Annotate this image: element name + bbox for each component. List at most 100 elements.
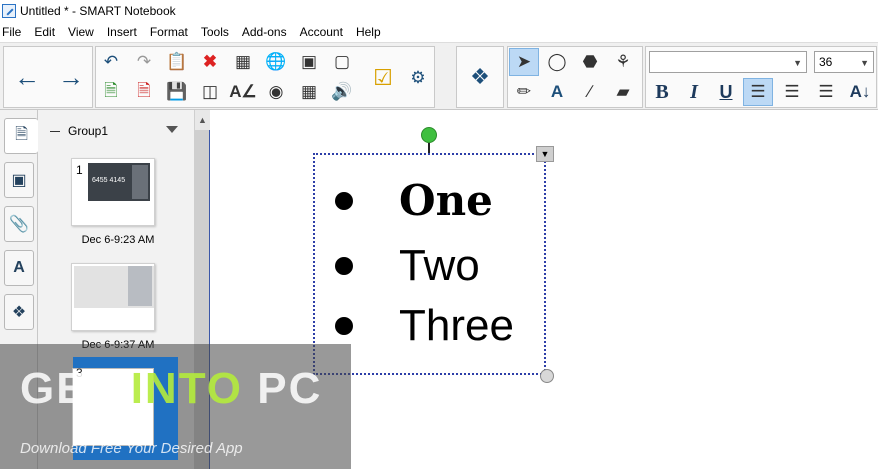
group-name: Group1 xyxy=(68,124,109,138)
floppy-disk-icon: 💾 xyxy=(166,82,188,101)
menu-format[interactable]: Format xyxy=(150,25,194,39)
menu-bar: File Edit View Insert Format Tools Add-o… xyxy=(0,22,878,42)
previous-page-button[interactable]: ← xyxy=(6,47,48,107)
shapes-tool-button[interactable]: ◯ xyxy=(542,48,572,76)
presentation-icon: ◫ xyxy=(201,82,219,101)
menu-edit[interactable]: Edit xyxy=(34,25,61,39)
thumbnail-preview-panel xyxy=(132,165,148,199)
align-center-button[interactable]: ☰ xyxy=(777,78,807,106)
line-tool-button[interactable]: ∕ xyxy=(575,78,605,106)
rotate-handle[interactable] xyxy=(421,127,437,143)
full-screen-button[interactable]: ◫ xyxy=(195,78,225,106)
arrow-left-icon: ← xyxy=(14,61,40,92)
group-header[interactable]: Group1 xyxy=(50,124,178,138)
document-camera-button[interactable]: ▦ xyxy=(294,78,324,106)
internet-browser-button[interactable]: 🌐 xyxy=(261,48,291,76)
align-left-button[interactable]: ☰ xyxy=(743,78,773,106)
eraser-small-icon: ▰ xyxy=(616,82,630,101)
menu-help[interactable]: Help xyxy=(356,25,387,39)
eraser-small-button[interactable]: ▰ xyxy=(608,78,638,106)
text-options-button[interactable]: A↓ xyxy=(845,78,875,106)
image-icon: ▣ xyxy=(11,172,27,189)
eraser-icon: ⬣ xyxy=(582,52,598,71)
screen-capture-button[interactable]: ◉ xyxy=(261,78,291,106)
response-button[interactable]: ☑ xyxy=(364,63,402,93)
tab-attachments[interactable]: 📎 xyxy=(4,206,34,242)
bullet-text: Two xyxy=(399,241,480,290)
page-thumbnail-1[interactable]: 1 6455 4145 xyxy=(71,158,155,226)
redo-button[interactable]: ↷ xyxy=(129,48,159,76)
delete-page-button[interactable]: 🗎 xyxy=(129,78,159,106)
eraser-tool-button[interactable]: ⬣ xyxy=(575,48,605,76)
lab-activity-button[interactable]: ⚙ xyxy=(402,63,434,93)
menu-file[interactable]: File xyxy=(2,25,27,39)
underline-button[interactable]: U xyxy=(711,78,741,106)
bullet-text: Three xyxy=(399,301,514,350)
speaker-icon: 🔊 xyxy=(331,82,353,101)
page-thumbnail-2[interactable]: 2 xyxy=(71,263,155,331)
monitor-icon: ▣ xyxy=(300,52,318,71)
grid-display-icon: ▦ xyxy=(300,82,318,101)
text-tool-button[interactable]: A xyxy=(542,78,572,106)
add-page-icon: 🗎 xyxy=(104,80,118,100)
sound-button[interactable]: 🔊 xyxy=(327,78,357,106)
thumbnail-preview-panel xyxy=(128,266,152,306)
bullet-dot xyxy=(335,317,353,335)
tools-group: ➤ ◯ ⬣ ⚘ ✏ A ∕ ▰ xyxy=(507,46,643,108)
add-ons-button[interactable]: ❖ xyxy=(465,63,495,91)
tab-properties[interactable]: A xyxy=(4,250,34,286)
redo-icon: ↷ xyxy=(136,52,152,71)
tab-add-ons[interactable]: ❖ xyxy=(4,294,34,330)
delete-button[interactable]: ✖ xyxy=(195,48,225,76)
text-options-icon: A↓ xyxy=(849,82,871,101)
smart-notebook-icon xyxy=(2,4,16,18)
tab-page-sorter[interactable]: 🗎 xyxy=(4,118,38,154)
menu-view[interactable]: View xyxy=(68,25,100,39)
bullet-item-3[interactable]: Three xyxy=(335,304,514,348)
bullet-item-2[interactable]: Two xyxy=(335,244,480,288)
insert-table-button[interactable]: ▦ xyxy=(228,48,258,76)
menu-tools[interactable]: Tools xyxy=(201,25,235,39)
page-icon: 🗎 xyxy=(15,125,28,143)
italic-button[interactable]: I xyxy=(679,78,709,106)
menu-insert[interactable]: Insert xyxy=(107,25,143,39)
tab-gallery[interactable]: ▣ xyxy=(4,162,34,198)
align-right-button[interactable]: ☰ xyxy=(811,78,841,106)
pens-tool-button[interactable]: ✏ xyxy=(509,78,539,106)
select-tool-button[interactable]: ➤ xyxy=(509,48,539,76)
align-center-icon: ☰ xyxy=(784,82,800,101)
bullet-dot xyxy=(335,192,353,210)
paste-button[interactable]: 📋 xyxy=(162,48,192,76)
align-left-icon: ☰ xyxy=(750,82,766,101)
bold-button[interactable]: B xyxy=(647,78,677,106)
menu-add-ons[interactable]: Add-ons xyxy=(242,25,293,39)
camera-button[interactable]: ▢ xyxy=(327,48,357,76)
fill-tool-button[interactable]: ⚘ xyxy=(608,48,638,76)
cursor-arrow-icon: ➤ xyxy=(516,52,532,71)
scroll-up-icon[interactable]: ▲ xyxy=(198,115,207,125)
font-size-select[interactable]: 36 ▼ xyxy=(814,51,874,73)
undo-button[interactable]: ↶ xyxy=(96,48,126,76)
thumbnail-preview xyxy=(74,266,154,308)
menu-account[interactable]: Account xyxy=(300,25,349,39)
paperclip-icon: 📎 xyxy=(9,216,29,233)
line-icon: ∕ xyxy=(588,82,592,101)
align-right-icon: ☰ xyxy=(818,82,834,101)
font-size-value: 36 xyxy=(819,55,833,69)
bullet-item-1[interactable]: One xyxy=(335,180,493,222)
font-name-select[interactable]: ▼ xyxy=(649,51,807,73)
robot-icon: ⚙ xyxy=(410,68,426,87)
measurement-tools-button[interactable]: A∠ xyxy=(228,78,258,106)
puzzle-piece-icon: ❖ xyxy=(470,64,490,89)
delete-x-icon: ✖ xyxy=(202,52,218,71)
resize-handle[interactable] xyxy=(540,369,554,383)
save-button[interactable]: 💾 xyxy=(162,78,192,106)
watermark-subtitle: Download Free Your Desired App xyxy=(20,440,243,457)
next-page-button[interactable]: → xyxy=(50,47,92,107)
globe-icon: 🌐 xyxy=(265,52,287,71)
object-menu-button[interactable]: ▼ xyxy=(536,146,554,162)
title-bar: Untitled * - SMART Notebook xyxy=(0,0,878,22)
chevron-down-icon[interactable] xyxy=(166,126,178,133)
add-page-button[interactable]: 🗎 xyxy=(96,78,126,106)
screen-shade-button[interactable]: ▣ xyxy=(294,48,324,76)
